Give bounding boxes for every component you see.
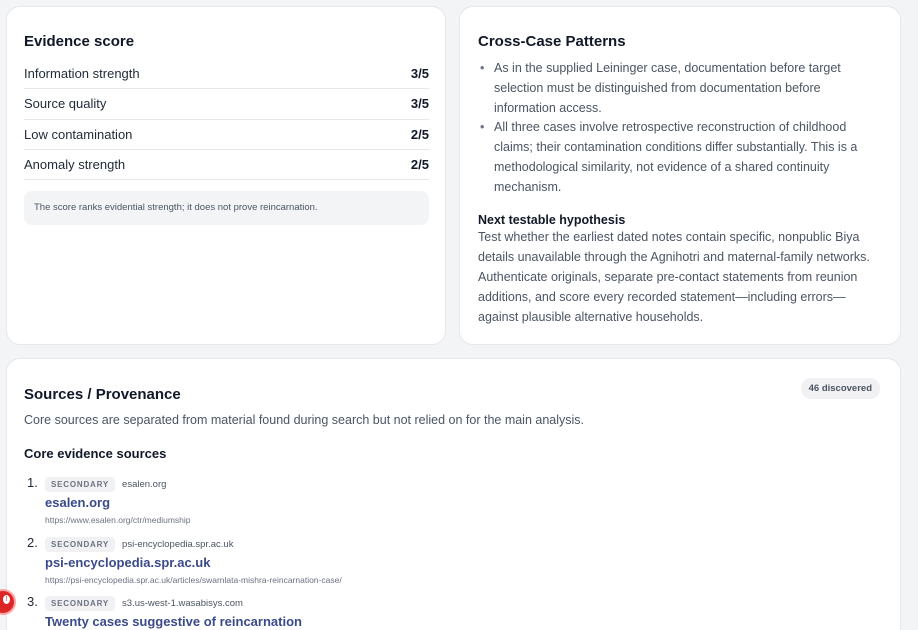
score-label: Source quality	[24, 96, 107, 112]
sources-title: Sources / Provenance	[24, 386, 181, 403]
score-disclaimer-note: The score ranks evidential strength; it …	[24, 191, 429, 225]
source-meta: SECONDARY esalen.org	[45, 477, 166, 492]
source-number: 2.	[27, 535, 38, 550]
source-meta: SECONDARY psi-encyclopedia.spr.ac.uk	[45, 537, 233, 552]
patterns-title: Cross-Case Patterns	[478, 33, 626, 50]
source-url[interactable]: https://www.esalen.org/ctr/mediumship	[45, 515, 191, 525]
score-row-low-contamination: Low contamination 2/5	[24, 120, 429, 150]
source-domain: psi-encyclopedia.spr.ac.uk	[122, 539, 234, 550]
source-type-badge: SECONDARY	[45, 477, 116, 492]
source-meta: SECONDARY s3.us-west-1.wasabisys.com	[45, 596, 243, 611]
sources-provenance-card: Sources / Provenance 46 discovered Core …	[6, 358, 901, 630]
score-label: Information strength	[24, 66, 140, 82]
pattern-bullet: All three cases involve retrospective re…	[478, 118, 883, 197]
sources-description: Core sources are separated from material…	[24, 413, 585, 427]
score-value: 2/5	[410, 126, 429, 142]
source-number: 1.	[27, 475, 38, 490]
hypothesis-body: Test whether the earliest dated notes co…	[478, 230, 870, 324]
discovered-count-badge: 46 discovered	[800, 378, 880, 399]
score-value: 2/5	[410, 157, 429, 173]
source-domain: esalen.org	[122, 479, 167, 490]
source-number: 3.	[27, 594, 38, 609]
alert-icon: !	[3, 595, 10, 604]
score-label: Anomaly strength	[24, 157, 126, 173]
evidence-score-list: Information strength 3/5 Source quality …	[24, 59, 429, 181]
source-type-badge: SECONDARY	[45, 596, 116, 611]
score-value: 3/5	[410, 66, 429, 82]
pattern-bullet: As in the supplied Leininger case, docum…	[478, 59, 883, 118]
source-title-link[interactable]: esalen.org	[45, 495, 110, 510]
score-row-information-strength: Information strength 3/5	[24, 59, 429, 90]
source-url[interactable]: https://psi-encyclopedia.spr.ac.uk/artic…	[45, 575, 342, 585]
source-title-link[interactable]: psi-encyclopedia.spr.ac.uk	[45, 555, 210, 570]
source-domain: s3.us-west-1.wasabisys.com	[122, 598, 243, 609]
core-sources-heading: Core evidence sources	[24, 446, 167, 461]
score-value: 3/5	[410, 96, 429, 112]
evidence-score-title: Evidence score	[24, 33, 135, 50]
score-row-anomaly-strength: Anomaly strength 2/5	[24, 150, 429, 181]
evidence-score-card: Evidence score Information strength 3/5 …	[6, 6, 446, 345]
source-type-badge: SECONDARY	[45, 537, 116, 552]
hypothesis-title: Next testable hypothesis	[478, 213, 626, 227]
patterns-bullet-list: As in the supplied Leininger case, docum…	[478, 59, 883, 198]
score-row-source-quality: Source quality 3/5	[24, 89, 429, 120]
cross-case-patterns-card: Cross-Case Patterns As in the supplied L…	[459, 6, 901, 345]
source-title-link[interactable]: Twenty cases suggestive of reincarnation	[45, 614, 302, 629]
score-label: Low contamination	[24, 126, 133, 142]
